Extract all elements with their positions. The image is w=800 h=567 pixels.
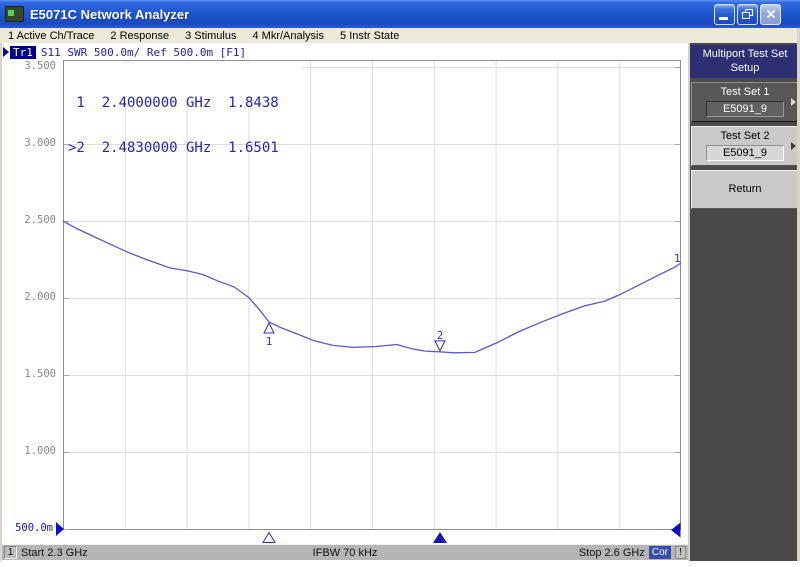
menu-stimulus[interactable]: 3 Stimulus — [177, 30, 244, 42]
submenu-arrow-icon — [791, 98, 796, 106]
titlebar[interactable]: E5071C Network Analyzer — [0, 0, 800, 28]
restore-button[interactable] — [737, 3, 758, 25]
svg-text:2: 2 — [437, 329, 444, 342]
app-icon — [5, 6, 24, 22]
menu-instr-state[interactable]: 5 Instr State — [332, 30, 407, 42]
test-set-2-value: E5091_9 — [706, 145, 784, 161]
window-controls — [714, 3, 781, 25]
y-axis-label: 2.500 — [24, 214, 56, 226]
marker-readout-line-1: 1 2.4000000 GHz 1.8438 — [68, 95, 279, 111]
minimize-button[interactable] — [714, 3, 735, 25]
window-border — [0, 43, 2, 561]
ifbw-label: IFBW 70 kHz — [312, 546, 378, 559]
test-set-2-button[interactable]: Test Set 2 E5091_9 — [691, 126, 799, 166]
test-set-1-value: E5091_9 — [706, 101, 784, 117]
start-frequency-label: Start 2.3 GHz — [21, 546, 88, 559]
y-axis-label: 3.000 — [24, 137, 56, 149]
menu-response[interactable]: 2 Response — [102, 30, 177, 42]
marker-stimulus-icon[interactable] — [262, 531, 276, 543]
plot-region: 1 1 2 1 2.4000000 GHz 1.8438 >2 2.4830000 … — [0, 43, 688, 561]
y-axis-label: 1.000 — [24, 445, 56, 457]
status-bar: 1 Start 2.3 GHz IFBW 70 kHz Stop 2.6 GHz… — [2, 545, 688, 560]
minimize-icon — [719, 16, 728, 20]
alert-badge: ! — [675, 546, 686, 559]
marker-readout-line-2: >2 2.4830000 GHz 1.6501 — [68, 140, 279, 156]
correction-badge: Cor — [648, 546, 671, 559]
marker-readout: 1 2.4000000 GHz 1.8438 >2 2.4830000 GHz … — [68, 66, 279, 186]
window-title: E5071C Network Analyzer — [30, 6, 190, 22]
test-set-1-button[interactable]: Test Set 1 E5091_9 — [691, 82, 799, 122]
close-button[interactable] — [760, 3, 781, 25]
restore-icon — [742, 9, 753, 19]
trace-status-line: Tr1 S11 SWR 500.0m/ Ref 500.0m [F1] — [3, 45, 246, 59]
menu-mkr-analysis[interactable]: 4 Mkr/Analysis — [244, 30, 332, 42]
reference-level-label: 500.0m — [15, 522, 53, 534]
stop-frequency-label: Stop 2.6 GHz — [578, 546, 645, 559]
submenu-arrow-icon — [791, 142, 796, 150]
active-trace-pointer-icon — [3, 47, 9, 57]
trace-number-label: 1 — [674, 252, 681, 265]
return-button[interactable]: Return — [691, 170, 799, 209]
desktop: E5071C Network Analyzer 1 Active Ch/Trac… — [0, 0, 800, 567]
active-marker-stimulus-icon[interactable] — [432, 532, 447, 543]
trace-label[interactable]: Tr1 — [10, 45, 36, 59]
reference-level-arrow-icon[interactable] — [56, 522, 64, 536]
close-icon — [766, 9, 775, 19]
trace-descriptor: S11 SWR 500.0m/ Ref 500.0m [F1] — [40, 45, 247, 59]
menubar: 1 Active Ch/Trace 2 Response 3 Stimulus … — [0, 28, 800, 43]
y-axis-label: 3.500 — [24, 60, 56, 72]
softkey-panel: Multiport Test Set Setup Test Set 1 E509… — [688, 43, 800, 561]
y-axis-label: 2.000 — [24, 291, 56, 303]
app-window: E5071C Network Analyzer 1 Active Ch/Trac… — [0, 0, 800, 561]
svg-text:1: 1 — [266, 335, 273, 348]
softkey-panel-title: Multiport Test Set Setup — [690, 45, 800, 78]
y-axis-label: 1.500 — [24, 368, 56, 380]
channel-indicator: 1 — [4, 546, 17, 559]
menu-active-ch-trace[interactable]: 1 Active Ch/Trace — [0, 30, 102, 42]
